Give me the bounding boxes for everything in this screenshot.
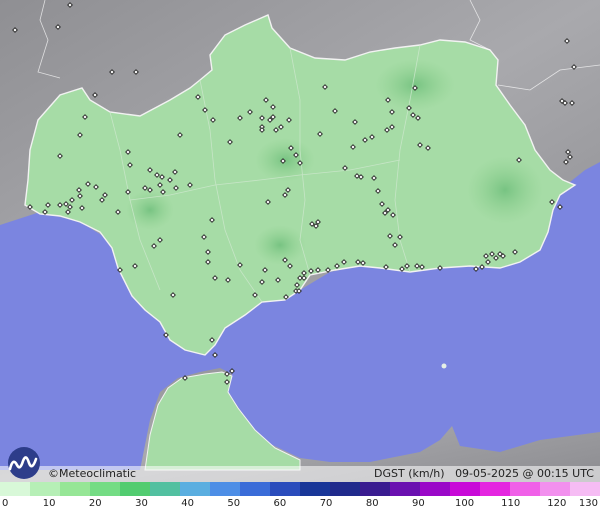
legend-swatch: [0, 482, 30, 496]
wind-patch: [375, 59, 455, 111]
legend-swatch: [510, 482, 540, 496]
wind-patch: [126, 190, 174, 230]
wind-patch: [255, 138, 315, 182]
legend-swatch: [420, 482, 450, 496]
variable-label: DGST (km/h): [374, 467, 445, 480]
timestamp-label: 09-05-2025 @ 00:15 UTC: [455, 467, 594, 480]
legend-swatch: [150, 482, 180, 496]
legend-swatch: [540, 482, 570, 496]
legend-tick: 70: [319, 498, 333, 509]
legend-ticks: 0 10 20 30 40 50 60 70 80 90 100 110 120 130: [0, 498, 600, 514]
legend-swatch: [480, 482, 510, 496]
legend-tick: 90: [412, 498, 425, 509]
legend-tick: 110: [501, 498, 521, 509]
brand-label: ©Meteoclimatic: [48, 467, 136, 480]
map-info: DGST (km/h) 09-05-2025 @ 00:15 UTC: [374, 467, 594, 480]
legend-color-bar: [0, 482, 600, 496]
legend-tick: 30: [135, 498, 148, 509]
legend-swatch: [390, 482, 420, 496]
weather-map[interactable]: [0, 0, 600, 482]
legend-swatch: [120, 482, 150, 496]
legend-tick: 10: [42, 498, 56, 509]
logo-icon: [8, 447, 40, 479]
copyright-symbol: ©: [48, 467, 59, 480]
legend-swatch: [360, 482, 390, 496]
legend-swatch: [330, 482, 360, 496]
wind-patch: [254, 225, 306, 265]
legend-tick: 130: [578, 498, 598, 509]
legend-swatch: [270, 482, 300, 496]
legend-tick: 100: [454, 498, 475, 509]
brand-name: Meteoclimatic: [59, 467, 137, 480]
legend-tick: 20: [88, 498, 102, 509]
legend-tick: 60: [273, 498, 287, 509]
legend-tick: 50: [227, 498, 241, 509]
legend-swatch: [240, 482, 270, 496]
legend-tick: 80: [365, 498, 379, 509]
legend-tick: 40: [181, 498, 194, 509]
legend-swatch: [210, 482, 240, 496]
legend-tick: 120: [547, 498, 567, 509]
legend-swatch: [30, 482, 60, 496]
legend-swatch: [300, 482, 330, 496]
legend-swatch: [450, 482, 480, 496]
color-legend: 0 10 20 30 40 50 60 70 80 90 100 110 120 130: [0, 482, 600, 517]
island: [441, 363, 447, 369]
legend-swatch: [90, 482, 120, 496]
legend-swatch: [180, 482, 210, 496]
legend-swatch: [570, 482, 600, 496]
legend-tick: 0: [2, 498, 9, 509]
meteoclimatic-logo[interactable]: [4, 447, 44, 483]
wind-patch: [467, 156, 543, 224]
legend-swatch: [60, 482, 90, 496]
